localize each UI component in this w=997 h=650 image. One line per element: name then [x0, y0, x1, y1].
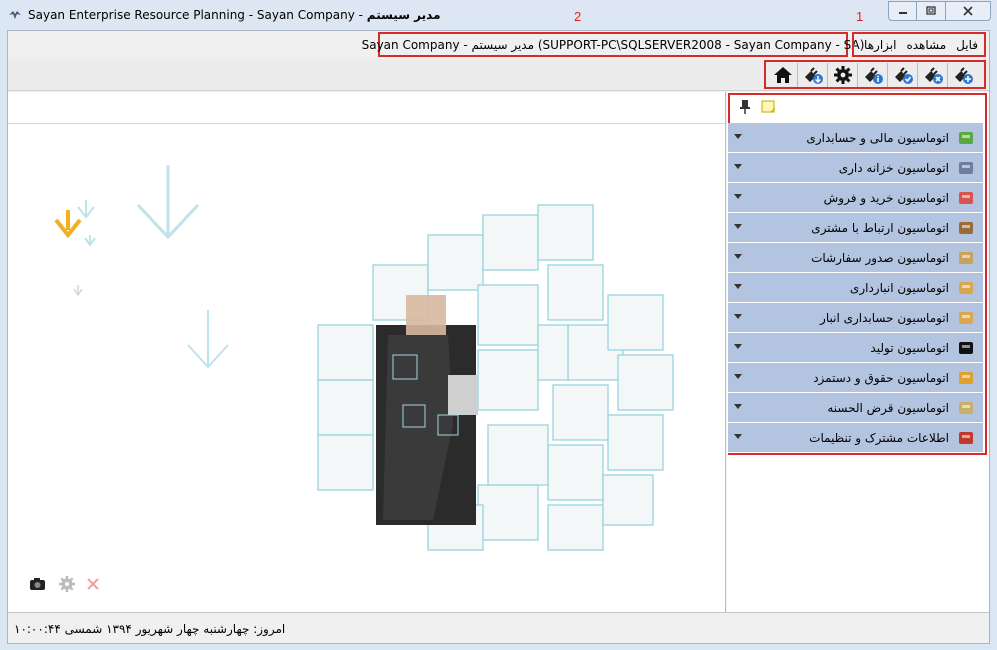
- sidebar-item-label: اتوماسیون حقوق و دستمزد: [813, 370, 949, 385]
- sidebar-item-label: اتوماسیون حسابداری انبار: [820, 310, 949, 325]
- gear-icon[interactable]: [58, 575, 76, 593]
- warehouse-icon: [957, 279, 975, 297]
- close-button[interactable]: [946, 1, 991, 21]
- plug-remove-icon: [924, 66, 943, 84]
- sidebar-item[interactable]: اتوماسیون مالی و حسابداری: [728, 123, 983, 153]
- treasury-icon: [957, 159, 975, 177]
- settings-button[interactable]: [828, 62, 858, 87]
- connection-info: Sayan Company - مدیر سیستم (SUPPORT-PC\S…: [362, 32, 864, 57]
- plug-check-icon: [894, 66, 913, 84]
- home-icon: [773, 66, 792, 83]
- marker-1: 1: [856, 9, 864, 24]
- sidebar-item[interactable]: اتوماسیون خرید و فروش: [728, 183, 983, 213]
- sidebar-item[interactable]: اتوماسیون خزانه داری: [728, 153, 983, 183]
- sidebar-item-label: اتوماسیون خزانه داری: [838, 160, 949, 175]
- chevron-down-icon[interactable]: [734, 314, 742, 319]
- chevron-down-icon[interactable]: [734, 404, 742, 409]
- chevron-down-icon[interactable]: [734, 194, 742, 199]
- plug-check-button[interactable]: [888, 62, 918, 87]
- minimize-button[interactable]: [888, 1, 917, 21]
- cube-illustration: [54, 165, 674, 551]
- sidebar-item-label: اتوماسیون خرید و فروش: [823, 190, 949, 205]
- sidebar-item-label: اتوماسیون ارتباط با مشتری: [811, 220, 949, 235]
- splash-artwork: [8, 125, 725, 611]
- sidebar-item[interactable]: اتوماسیون ارتباط با مشتری: [728, 213, 983, 243]
- workspace-header: [8, 92, 725, 124]
- module-list: اتوماسیون مالی و حسابداری اتوماسیون خزانه…: [728, 123, 983, 453]
- settings-tools-icon: [957, 429, 975, 447]
- status-bar: امروز: چهارشنبه چهار شهریور ۱۳۹۴ شمسی ۱۰…: [8, 612, 989, 643]
- sidebar-item-label: اتوماسیون صدور سفارشات: [811, 250, 949, 265]
- plug-info-button[interactable]: [858, 62, 888, 87]
- sidebar-item[interactable]: اتوماسیون تولید: [728, 333, 983, 363]
- chevron-down-icon[interactable]: [734, 134, 742, 139]
- maximize-icon: [926, 6, 936, 15]
- sidebar-item-label: اطلاعات مشترک و تنظیمات: [809, 430, 949, 445]
- sidebar-item[interactable]: اطلاعات مشترک و تنظیمات: [728, 423, 983, 453]
- plug-download-icon: [804, 66, 823, 84]
- sidebar-item[interactable]: اتوماسیون انبارداری: [728, 273, 983, 303]
- sidebar-item-label: اتوماسیون تولید: [870, 340, 949, 355]
- home-button[interactable]: [768, 62, 798, 87]
- chevron-down-icon[interactable]: [734, 164, 742, 169]
- plug-download-button[interactable]: [798, 62, 828, 87]
- finance-icon: [957, 129, 975, 147]
- sidebar-item[interactable]: اتوماسیون قرض الحسنه: [728, 393, 983, 423]
- sidebar-item[interactable]: اتوماسیون حسابداری انبار: [728, 303, 983, 333]
- settings-gear-icon: [833, 65, 852, 84]
- chevron-down-icon[interactable]: [734, 344, 742, 349]
- status-date-time: امروز: چهارشنبه چهار شهریور ۱۳۹۴ شمسی ۱۰…: [14, 622, 286, 636]
- close-small-icon[interactable]: [86, 577, 100, 591]
- connection-text: Sayan Company - مدیر سیستم (SUPPORT-PC\S…: [361, 37, 865, 52]
- production-gear-icon: [957, 339, 975, 357]
- menu-file[interactable]: فايل: [956, 38, 978, 52]
- plug-info-icon: [864, 66, 883, 84]
- toolbar: [8, 59, 989, 91]
- chevron-down-icon[interactable]: [734, 284, 742, 289]
- sidebar-item-label: اتوماسیون مالی و حسابداری: [806, 130, 949, 145]
- minimize-icon: [898, 12, 907, 14]
- camera-icon[interactable]: [28, 575, 48, 593]
- menu-bar: Sayan Company - مدیر سیستم (SUPPORT-PC\S…: [8, 31, 989, 59]
- sidebar-item[interactable]: اتوماسیون حقوق و دستمزد: [728, 363, 983, 393]
- orders-icon: [957, 249, 975, 267]
- title-bar[interactable]: Sayan Enterprise Resource Planning - Say…: [0, 0, 997, 30]
- maximize-button[interactable]: [917, 1, 946, 21]
- loan-icon: [957, 399, 975, 417]
- menu-tools[interactable]: ابزارها: [864, 38, 896, 52]
- sidebar-item[interactable]: اتوماسیون صدور سفارشات: [728, 243, 983, 273]
- main-menu: فايل مشاهده ابزارها: [852, 32, 986, 57]
- chevron-down-icon[interactable]: [734, 434, 742, 439]
- chevron-down-icon[interactable]: [734, 374, 742, 379]
- cart-icon: [957, 189, 975, 207]
- plug-remove-button[interactable]: [918, 62, 948, 87]
- sidebar-item-label: اتوماسیون انبارداری: [849, 280, 949, 295]
- menu-view[interactable]: مشاهده: [906, 38, 946, 52]
- chevron-down-icon[interactable]: [734, 224, 742, 229]
- plug-add-icon: [955, 66, 973, 84]
- plug-add-button[interactable]: [948, 63, 978, 87]
- marker-2: 2: [574, 9, 582, 24]
- main-window: Sayan Company - مدیر سیستم (SUPPORT-PC\S…: [7, 30, 990, 644]
- payroll-icon: [957, 369, 975, 387]
- warehouse-accounting-icon: [957, 309, 975, 327]
- workspace: [8, 92, 726, 612]
- toolbar-buttons: [764, 60, 986, 89]
- sidebar-item-label: اتوماسیون قرض الحسنه: [827, 400, 949, 415]
- app-logo-icon: [9, 11, 21, 19]
- window-title: Sayan Enterprise Resource Planning - Say…: [28, 8, 441, 22]
- close-icon: [963, 6, 973, 16]
- module-panel: اتوماسیون مالی و حسابداری اتوماسیون خزانه…: [727, 92, 989, 612]
- chevron-down-icon[interactable]: [734, 254, 742, 259]
- customer-icon: [957, 219, 975, 237]
